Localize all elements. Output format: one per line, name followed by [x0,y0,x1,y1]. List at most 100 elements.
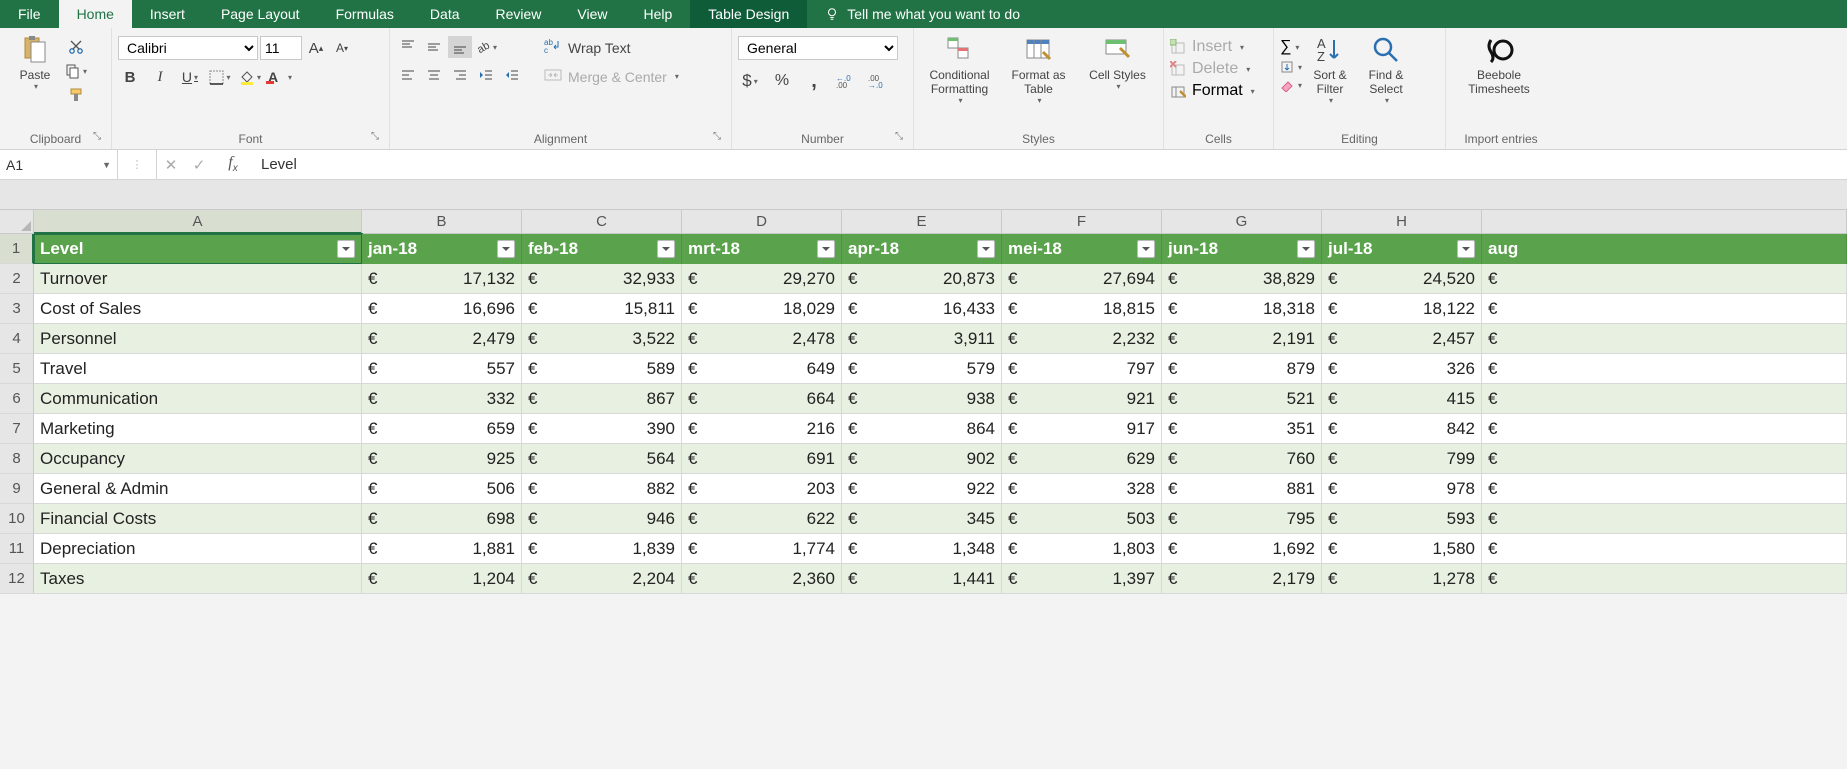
table-cell[interactable]: € [1482,354,1847,384]
column-header-C[interactable]: C [522,210,682,234]
tab-data[interactable]: Data [412,0,478,28]
font-launcher[interactable]: ⤡ [371,131,385,145]
table-cell[interactable]: € [1482,384,1847,414]
table-cell[interactable]: €2,232 [1002,324,1162,354]
table-row-label[interactable]: Financial Costs [34,504,362,534]
table-cell[interactable]: €902 [842,444,1002,474]
tab-page-layout[interactable]: Page Layout [203,0,318,28]
table-cell[interactable]: €978 [1322,474,1482,504]
table-cell[interactable]: €797 [1002,354,1162,384]
table-cell[interactable]: €698 [362,504,522,534]
tab-table-design[interactable]: Table Design [690,0,807,28]
table-cell[interactable]: €18,122 [1322,294,1482,324]
align-right-button[interactable] [448,64,472,86]
table-cell[interactable]: €649 [682,354,842,384]
tab-home[interactable]: Home [59,0,132,28]
table-header-cell[interactable]: aug [1482,234,1847,264]
row-header-5[interactable]: 5 [0,354,34,384]
table-cell[interactable]: €18,029 [682,294,842,324]
table-cell[interactable]: €946 [522,504,682,534]
tab-review[interactable]: Review [478,0,560,28]
table-cell[interactable]: €506 [362,474,522,504]
table-cell[interactable]: €332 [362,384,522,414]
decrease-font-button[interactable]: A▾ [330,37,354,59]
table-cell[interactable]: €18,815 [1002,294,1162,324]
row-header-3[interactable]: 3 [0,294,34,324]
table-cell[interactable]: €799 [1322,444,1482,474]
table-cell[interactable]: €351 [1162,414,1322,444]
table-header-cell[interactable]: mrt-18 [682,234,842,264]
table-cell[interactable]: €589 [522,354,682,384]
table-cell[interactable]: €1,839 [522,534,682,564]
table-cell[interactable]: €415 [1322,384,1482,414]
enter-formula-button[interactable]: ✓ [185,156,213,174]
format-as-table-button[interactable]: Format as Table▾ [999,32,1078,107]
column-header-D[interactable]: D [682,210,842,234]
table-cell[interactable]: €20,873 [842,264,1002,294]
table-cell[interactable]: € [1482,294,1847,324]
italic-button[interactable]: I [148,66,172,88]
cell-styles-button[interactable]: Cell Styles▾ [1078,32,1157,93]
autosum-button[interactable]: ∑▾ [1280,38,1302,56]
table-cell[interactable]: €15,811 [522,294,682,324]
align-middle-button[interactable] [422,36,446,58]
table-cell[interactable]: €691 [682,444,842,474]
table-cell[interactable]: €345 [842,504,1002,534]
filter-button[interactable] [1297,240,1315,258]
table-row-label[interactable]: Turnover [34,264,362,294]
clear-button[interactable]: ▾ [1280,78,1302,92]
table-cell[interactable]: €216 [682,414,842,444]
table-header-cell[interactable]: Level [34,234,362,264]
row-header-2[interactable]: 2 [0,264,34,294]
table-cell[interactable]: € [1482,474,1847,504]
delete-cells-button[interactable]: Delete▾ [1170,60,1250,78]
table-cell[interactable]: €16,433 [842,294,1002,324]
font-name-select[interactable]: Calibri [118,36,258,60]
table-cell[interactable]: €1,803 [1002,534,1162,564]
table-cell[interactable]: €564 [522,444,682,474]
alignment-launcher[interactable]: ⤡ [713,131,727,145]
row-header-6[interactable]: 6 [0,384,34,414]
tab-help[interactable]: Help [626,0,691,28]
table-cell[interactable]: €867 [522,384,682,414]
table-cell[interactable]: €629 [1002,444,1162,474]
orientation-button[interactable]: ab▾ [474,36,498,58]
table-cell[interactable]: €1,774 [682,534,842,564]
table-header-cell[interactable]: feb-18 [522,234,682,264]
table-cell[interactable]: €2,191 [1162,324,1322,354]
filter-button[interactable] [657,240,675,258]
table-cell[interactable]: €882 [522,474,682,504]
row-header-9[interactable]: 9 [0,474,34,504]
cut-button[interactable] [64,36,88,58]
align-center-button[interactable] [422,64,446,86]
tab-file[interactable]: File [0,0,59,28]
table-cell[interactable]: € [1482,504,1847,534]
table-header-cell[interactable]: jul-18 [1322,234,1482,264]
filter-button[interactable] [977,240,995,258]
align-top-button[interactable] [396,36,420,58]
table-cell[interactable]: € [1482,414,1847,444]
table-cell[interactable]: €842 [1322,414,1482,444]
table-cell[interactable]: €622 [682,504,842,534]
wrap-text-button[interactable]: abc Wrap Text [538,36,685,59]
tab-insert[interactable]: Insert [132,0,203,28]
table-cell[interactable]: €864 [842,414,1002,444]
table-cell[interactable]: € [1482,534,1847,564]
align-left-button[interactable] [396,64,420,86]
number-launcher[interactable]: ⤡ [895,131,909,145]
table-cell[interactable]: €922 [842,474,1002,504]
table-cell[interactable]: €2,478 [682,324,842,354]
merge-center-button[interactable]: Merge & Center ▾ [538,65,685,88]
table-cell[interactable]: €557 [362,354,522,384]
row-header-10[interactable]: 10 [0,504,34,534]
conditional-formatting-button[interactable]: Conditional Formatting▾ [920,32,999,107]
format-cells-button[interactable]: Format▾ [1170,82,1255,100]
table-cell[interactable]: €18,318 [1162,294,1322,324]
table-cell[interactable]: € [1482,444,1847,474]
increase-indent-button[interactable] [500,64,524,86]
table-cell[interactable]: €38,829 [1162,264,1322,294]
select-all-cells[interactable] [0,210,34,234]
border-button[interactable]: ▾ [208,66,232,88]
row-header-7[interactable]: 7 [0,414,34,444]
comma-format-button[interactable]: , [802,70,826,92]
